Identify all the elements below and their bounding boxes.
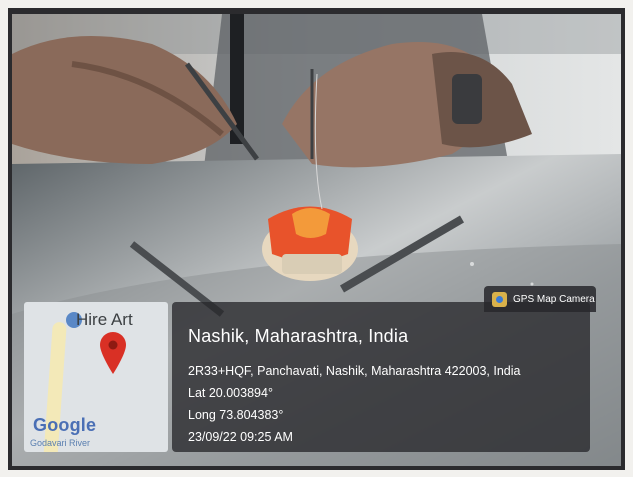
app-badge: GPS Map Camera: [484, 286, 596, 312]
app-badge-label: GPS Map Camera: [513, 293, 595, 305]
location-datetime: 23/09/22 09:25 AM: [188, 430, 293, 444]
google-logo: Google: [33, 415, 97, 435]
map-place-label: Hire Art: [76, 310, 133, 329]
location-address: 2R33+HQF, Panchavati, Nashik, Maharashtr…: [188, 364, 521, 378]
location-longitude: Long 73.804383°: [188, 408, 284, 422]
gps-camera-icon: [492, 291, 507, 307]
map-water-label: Godavari River: [30, 438, 91, 448]
map-pin-icon: [100, 332, 126, 374]
location-title: Nashik, Maharashtra, India: [188, 326, 409, 346]
location-info-panel: Nashik, Maharashtra, India 2R33+HQF, Pan…: [172, 302, 590, 452]
location-latitude: Lat 20.003894°: [188, 386, 273, 400]
map-thumbnail: Hire Art Google Godavari River: [24, 302, 168, 452]
